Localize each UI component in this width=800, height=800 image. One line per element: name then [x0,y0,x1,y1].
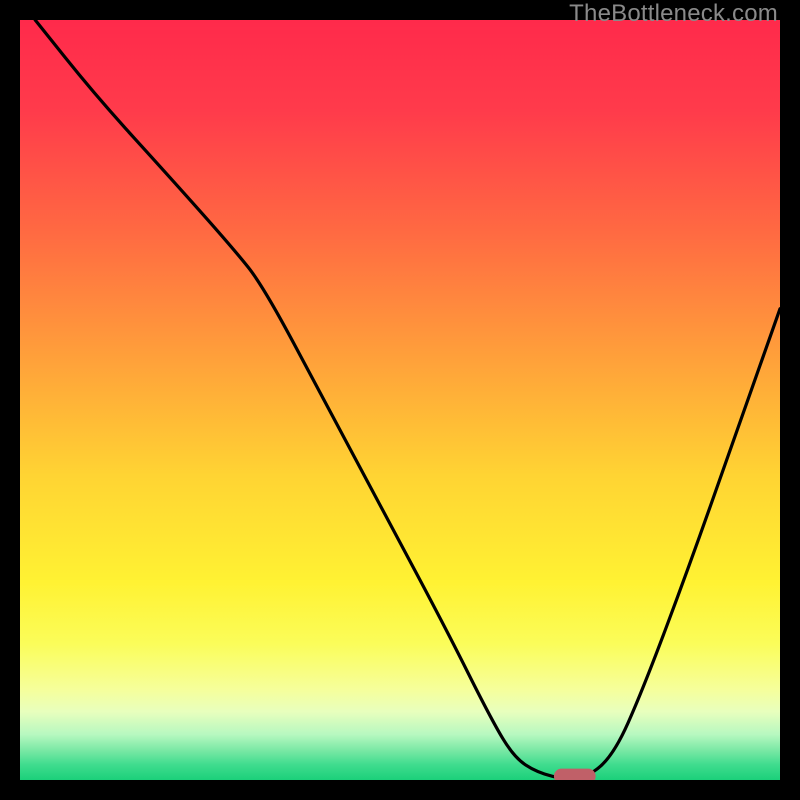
chart-plot-layer [20,20,780,780]
chart-frame [20,20,780,780]
optimal-marker [554,769,596,780]
bottleneck-curve [35,20,780,780]
watermark-text: TheBottleneck.com [569,0,778,28]
